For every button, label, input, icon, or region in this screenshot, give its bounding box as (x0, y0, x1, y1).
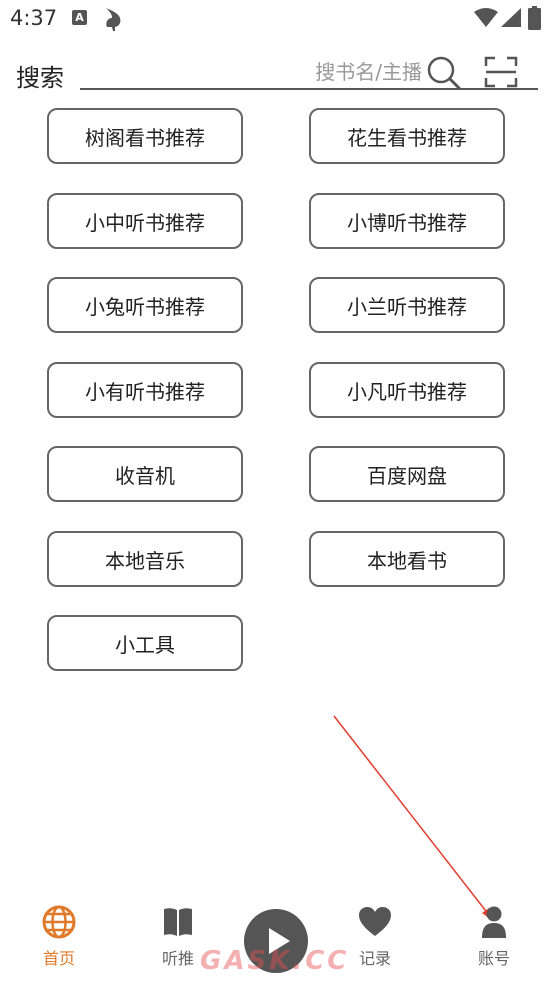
nav-account[interactable]: 账号 (459, 905, 529, 969)
nav-home-label: 首页 (42, 949, 75, 968)
heart-icon (359, 907, 391, 936)
person-icon (482, 906, 506, 938)
watermark: GASK.CC (200, 946, 350, 976)
nav-account-label: 账号 (477, 949, 510, 968)
nav-records[interactable]: 记录 (340, 905, 410, 969)
nav-records-label: 记录 (358, 949, 391, 968)
nav-home[interactable]: 首页 (24, 905, 94, 969)
globe-icon (42, 905, 76, 939)
annotation-arrow (333, 715, 493, 921)
book-icon (164, 908, 192, 936)
